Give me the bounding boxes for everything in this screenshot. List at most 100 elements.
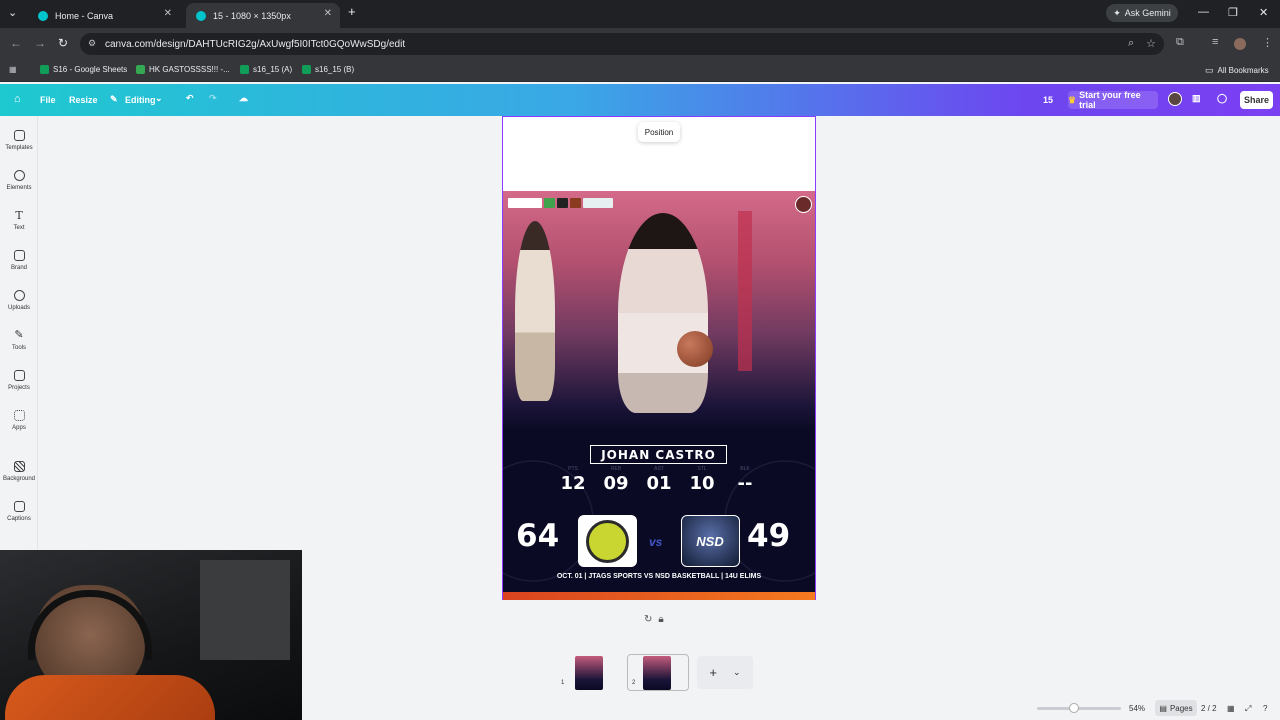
away-team-logo[interactable]: NSD xyxy=(681,515,740,567)
reload-icon[interactable]: ↻ xyxy=(58,36,68,50)
profile-avatar[interactable] xyxy=(1234,38,1246,50)
zoom-level[interactable]: 54% xyxy=(1129,704,1145,713)
tab-list-chevron-icon[interactable]: ⌄ xyxy=(8,6,17,19)
background-pillar xyxy=(738,211,752,371)
all-bookmarks[interactable]: ▭ All Bookmarks xyxy=(1205,65,1269,76)
help-icon[interactable]: ? xyxy=(1263,704,1267,713)
comment-icon[interactable]: ◯ xyxy=(1217,93,1227,104)
home-score[interactable]: 64 xyxy=(516,518,559,554)
close-window-icon[interactable]: ✕ xyxy=(1259,6,1268,19)
forward-icon[interactable]: → xyxy=(34,36,46,50)
brand-icon xyxy=(13,250,25,261)
player-photo[interactable] xyxy=(503,191,815,431)
lock-icon[interactable]: 🔒︎ xyxy=(658,614,663,625)
url-input[interactable]: ⚙ canva.com/design/DAHTUcRIG2g/AxUwgf5I0… xyxy=(80,33,1164,55)
basketball-poster[interactable]: JOHAN CASTRO PTS 12 REB 09 AST 01 STL 10 BLK… xyxy=(503,191,815,600)
stat-stl[interactable]: STL 10 xyxy=(685,466,719,494)
bookmark-s16-15-a[interactable]: s16_15 (A) xyxy=(240,65,292,74)
minimize-icon[interactable]: — xyxy=(1198,6,1209,18)
bookmark-s16-sheets[interactable]: S16 - Google Sheets xyxy=(40,65,127,74)
stat-ast[interactable]: AST 01 xyxy=(642,466,676,494)
sidebar-item-label: Captions xyxy=(7,516,31,522)
tab-search-icon[interactable]: ≡ xyxy=(1212,36,1218,48)
sidebar-item-uploads[interactable]: Uploads xyxy=(0,290,38,311)
fullscreen-icon[interactable]: ⤢ xyxy=(1245,704,1251,714)
chevron-down-icon[interactable]: ⌄ xyxy=(155,93,163,104)
sidebar-item-tools[interactable]: ✎ Tools xyxy=(0,330,38,352)
file-menu[interactable]: File xyxy=(40,95,56,105)
add-page-button[interactable]: + ⌄ xyxy=(697,656,753,689)
page-thumbnail-1[interactable] xyxy=(575,656,603,690)
close-tab-icon[interactable]: ✕ xyxy=(324,8,332,19)
zoom-icon[interactable]: ⌕ xyxy=(1128,37,1134,50)
refresh-page-icon[interactable]: ↻ xyxy=(644,614,652,625)
sidebar-item-projects[interactable]: Projects xyxy=(0,370,38,391)
insights-chart-icon[interactable]: ▥ xyxy=(1192,93,1201,104)
sidebar-item-templates[interactable]: Templates xyxy=(0,130,38,151)
close-tab-icon[interactable]: ✕ xyxy=(164,8,172,19)
new-tab-plus-icon[interactable]: + xyxy=(348,4,356,19)
sidebar-item-label: Background xyxy=(2,476,36,482)
apps-icon xyxy=(13,410,25,421)
captions-icon xyxy=(13,501,25,512)
bookmark-s16-15-b[interactable]: s16_15 (B) xyxy=(302,65,354,74)
tab-design[interactable]: 15 - 1080 × 1350px ✕ xyxy=(186,3,340,28)
page-indicator: 2 / 2 xyxy=(1201,704,1217,713)
grid-view-icon[interactable]: ▦ xyxy=(1227,704,1235,713)
zoom-slider[interactable] xyxy=(1037,707,1121,710)
sheets-icon xyxy=(240,65,249,74)
user-avatar[interactable] xyxy=(1168,92,1182,106)
apps-grid-icon[interactable]: ▦ xyxy=(9,65,17,74)
back-icon[interactable]: ← xyxy=(10,36,22,50)
site-info-icon[interactable]: ⚙ xyxy=(88,38,96,49)
text-t-icon: T xyxy=(15,209,23,222)
pages-label: Pages xyxy=(1169,703,1193,713)
stat-value: 09 xyxy=(603,473,629,494)
away-score[interactable]: 49 xyxy=(747,518,790,554)
cloud-saved-icon[interactable]: ☁ xyxy=(239,93,248,104)
zoom-slider-handle[interactable] xyxy=(1069,703,1079,713)
extensions-icon[interactable]: ⧉ xyxy=(1176,36,1184,49)
sidebar-item-elements[interactable]: Elements xyxy=(0,170,38,191)
sidebar-item-brand[interactable]: Brand xyxy=(0,250,38,271)
sponsor-logo xyxy=(544,198,555,208)
share-button[interactable]: Share xyxy=(1240,91,1273,109)
home-icon[interactable]: ⌂ xyxy=(14,93,21,105)
restore-icon[interactable]: ❐ xyxy=(1228,6,1238,19)
start-free-trial-button[interactable]: ♛ Start your free trial xyxy=(1068,90,1158,110)
editing-mode-dropdown[interactable]: Editing xyxy=(125,95,156,105)
undo-icon[interactable]: ↶ xyxy=(186,93,194,104)
ask-gemini-button[interactable]: ✦ Ask Gemini xyxy=(1106,4,1178,22)
bookmark-star-icon[interactable]: ☆ xyxy=(1146,37,1156,50)
stat-reb[interactable]: REB 09 xyxy=(599,466,633,494)
pages-button[interactable]: ▤ Pages xyxy=(1155,700,1197,716)
chevron-down-icon[interactable]: ⌄ xyxy=(733,667,741,678)
sidebar-item-text[interactable]: T Text xyxy=(0,210,38,231)
thumb-number: 1 xyxy=(561,680,565,686)
home-team-logo[interactable] xyxy=(578,515,637,567)
templates-icon xyxy=(13,130,25,141)
stat-label: STL xyxy=(697,466,707,472)
sidebar-item-apps[interactable]: Apps xyxy=(0,410,38,431)
stat-label: BLK xyxy=(740,466,750,472)
sidebar-item-captions[interactable]: Captions xyxy=(0,501,38,522)
resize-button[interactable]: Resize xyxy=(69,95,98,105)
canva-favicon-icon xyxy=(196,10,206,21)
all-bookmarks-label: All Bookmarks xyxy=(1217,66,1269,75)
game-caption[interactable]: OCT. 01 | JTAGS SPORTS VS NSD BASKETBALL… xyxy=(503,573,815,580)
stat-blk[interactable]: BLK -- xyxy=(728,466,762,494)
player-name-box[interactable]: JOHAN CASTRO xyxy=(590,445,727,464)
redo-icon[interactable]: ↷ xyxy=(209,93,217,104)
stat-label: PTS xyxy=(568,466,578,472)
page-thumbnail-2[interactable] xyxy=(643,656,671,690)
sidebar-item-label: Brand xyxy=(10,265,27,271)
bookmark-label: s16_15 (B) xyxy=(315,65,355,74)
browser-tab-strip: ⌄ Home - Canva ✕ 15 - 1080 × 1350px ✕ + … xyxy=(0,0,1280,28)
stat-pts[interactable]: PTS 12 xyxy=(556,466,590,494)
tab-home-canva[interactable]: Home - Canva ✕ xyxy=(28,3,180,28)
menu-kebab-icon[interactable]: ⋮ xyxy=(1262,36,1273,49)
sidebar-item-background[interactable]: Background xyxy=(0,461,38,482)
position-tooltip[interactable]: Position xyxy=(638,122,680,142)
sheets-icon xyxy=(136,65,145,74)
bookmark-hk-gastos[interactable]: HK GASTOSSSS!!! -... xyxy=(136,65,230,74)
